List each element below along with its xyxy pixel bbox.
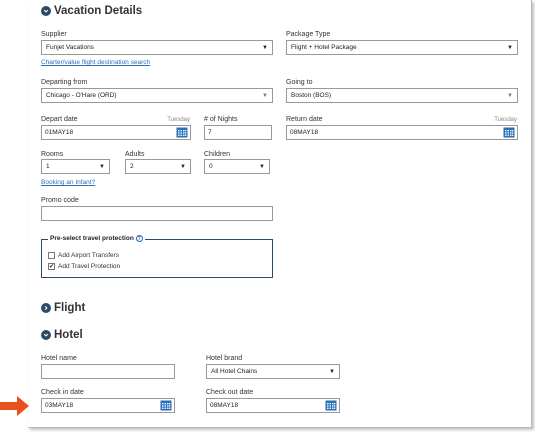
charter-flight-link[interactable]: Charter/value flight destination search: [41, 59, 150, 66]
chevron-down-icon: [41, 6, 51, 16]
check-in-label: Check in date: [41, 389, 84, 396]
booking-infant-link[interactable]: Booking an Infant?: [41, 179, 95, 186]
travel-protection-legend: Pre-select travel protection ?: [48, 235, 145, 242]
caret-down-icon: ▼: [180, 163, 186, 170]
package-type-label: Package Type: [286, 31, 331, 38]
nights-label: # of Nights: [204, 116, 238, 123]
return-date-input[interactable]: 08MAY18: [286, 125, 518, 140]
airport-transfers-checkbox[interactable]: [48, 252, 55, 259]
promo-code-label: Promo code: [41, 197, 79, 204]
children-value: 0: [209, 163, 213, 170]
package-type-value: Flight + Hotel Package: [291, 44, 357, 51]
depart-date-input[interactable]: 01MAY18: [41, 125, 191, 140]
hotel-brand-label: Hotel brand: [206, 355, 243, 362]
airport-transfers-label: Add Airport Transfers: [58, 252, 120, 259]
package-type-select[interactable]: Flight + Hotel Package ▼: [286, 40, 518, 55]
check-out-label: Check out date: [206, 389, 254, 396]
supplier-label: Supplier: [41, 31, 67, 38]
departing-from-label: Departing from: [41, 79, 88, 86]
adults-select[interactable]: 2 ▼: [125, 159, 191, 174]
check-out-value: 08MAY18: [210, 402, 239, 409]
nights-value: 7: [208, 129, 212, 136]
going-to-select[interactable]: Boston (BOS) ▼: [286, 88, 518, 103]
check-in-value: 03MAY18: [45, 402, 74, 409]
hotel-name-input[interactable]: [41, 364, 175, 379]
departing-from-value: Chicago - O'Hare (ORD): [46, 92, 117, 99]
rooms-select[interactable]: 1 ▼: [41, 159, 110, 174]
children-select[interactable]: 0 ▼: [204, 159, 270, 174]
adults-value: 2: [130, 163, 134, 170]
caret-down-icon: ▼: [262, 92, 268, 99]
hotel-header[interactable]: Hotel: [41, 329, 83, 341]
caret-down-icon: ▼: [262, 44, 268, 51]
check-out-input[interactable]: 08MAY18: [206, 398, 340, 413]
calendar-icon[interactable]: [160, 400, 172, 411]
depart-day-hint: Tuesday: [167, 117, 190, 123]
calendar-icon[interactable]: [176, 127, 188, 138]
arrow-right-icon: [0, 396, 29, 416]
travel-protection-label: Add Travel Protection: [58, 263, 121, 270]
rooms-label: Rooms: [41, 151, 64, 158]
promo-code-input[interactable]: [41, 206, 273, 221]
caret-down-icon: ▼: [329, 368, 335, 375]
hotel-brand-value: All Hotel Chains: [211, 368, 258, 375]
depart-date-label: Depart date: [41, 116, 78, 123]
chevron-right-icon: [41, 303, 51, 313]
vacation-details-header[interactable]: Vacation Details: [41, 5, 142, 17]
calendar-icon[interactable]: [325, 400, 337, 411]
going-to-value: Boston (BOS): [291, 92, 332, 99]
rooms-value: 1: [46, 163, 50, 170]
airport-transfers-option[interactable]: Add Airport Transfers: [48, 252, 119, 259]
return-date-label: Return date: [286, 116, 323, 123]
return-date-value: 08MAY18: [290, 129, 319, 136]
caret-down-icon: ▼: [99, 163, 105, 170]
calendar-icon[interactable]: [503, 127, 515, 138]
supplier-select[interactable]: Funjet Vacations ▼: [41, 40, 273, 55]
hotel-title: Hotel: [54, 329, 83, 341]
travel-protection-checkbox[interactable]: ✔: [48, 263, 55, 270]
caret-down-icon: ▼: [507, 92, 513, 99]
adults-label: Adults: [125, 151, 145, 158]
nights-input[interactable]: 7: [204, 125, 272, 140]
travel-protection-title: Pre-select travel protection: [50, 235, 134, 242]
check-in-input[interactable]: 03MAY18: [41, 398, 175, 413]
departing-from-select[interactable]: Chicago - O'Hare (ORD) ▼: [41, 88, 273, 103]
children-label: Children: [204, 151, 231, 158]
flight-header[interactable]: Flight: [41, 302, 85, 314]
travel-protection-group: Pre-select travel protection ? Add Airpo…: [41, 235, 273, 278]
going-to-label: Going to: [286, 79, 313, 86]
booking-panel: Vacation Details Supplier Funjet Vacatio…: [28, 0, 532, 428]
supplier-value: Funjet Vacations: [46, 44, 94, 51]
depart-date-value: 01MAY18: [45, 129, 74, 136]
vacation-details-title: Vacation Details: [54, 5, 143, 17]
travel-protection-option[interactable]: ✔ Add Travel Protection: [48, 263, 120, 270]
hotel-name-label: Hotel name: [41, 355, 77, 362]
return-day-hint: Tuesday: [494, 117, 517, 123]
caret-down-icon: ▼: [259, 163, 265, 170]
caret-down-icon: ▼: [507, 44, 513, 51]
flight-title: Flight: [54, 302, 86, 314]
chevron-down-icon: [41, 330, 51, 340]
hotel-brand-select[interactable]: All Hotel Chains ▼: [206, 364, 340, 379]
help-icon[interactable]: ?: [135, 235, 143, 242]
